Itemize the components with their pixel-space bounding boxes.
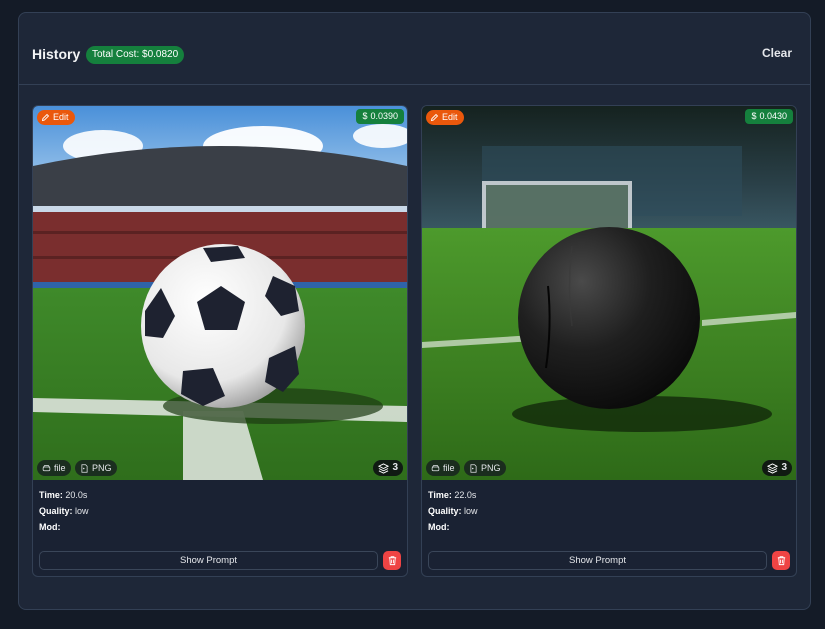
price-badge: $ 0.0430 xyxy=(745,109,793,124)
format-chip: PNG xyxy=(75,460,117,476)
drive-icon xyxy=(42,464,51,471)
format-chip: PNG xyxy=(464,460,506,476)
show-prompt-button[interactable]: Show Prompt xyxy=(428,551,767,570)
delete-button[interactable] xyxy=(383,551,401,570)
trash-icon xyxy=(777,556,785,566)
history-card: Edit $ 0.0390 file PNG 3 Time: 20.0s Qua… xyxy=(32,105,408,577)
quality-row: Quality: low xyxy=(428,506,478,516)
generated-image-black-ball[interactable]: Edit $ 0.0430 file PNG 3 xyxy=(422,106,796,480)
layer-count: 3 xyxy=(392,462,398,473)
layers-icon xyxy=(767,462,779,474)
quality-row: Quality: low xyxy=(39,506,89,516)
layer-count: 3 xyxy=(781,462,787,473)
image-file-icon xyxy=(81,463,88,473)
image-file-icon xyxy=(470,463,477,473)
edit-label: Edit xyxy=(53,112,69,122)
time-row: Time: 22.0s xyxy=(428,490,477,500)
drive-icon xyxy=(431,464,440,471)
clear-button[interactable]: Clear xyxy=(762,46,792,60)
pencil-icon xyxy=(41,113,50,122)
history-header: History Total Cost: $0.0820 Clear xyxy=(19,13,810,85)
history-card: Edit $ 0.0430 file PNG 3 Time: 22.0s Qua… xyxy=(421,105,797,577)
layers-icon xyxy=(378,462,390,474)
pencil-icon xyxy=(430,113,439,122)
generated-image-soccer-ball[interactable]: Edit $ 0.0390 file PNG 3 xyxy=(33,106,407,480)
price-value: 0.0390 xyxy=(370,111,398,121)
time-row: Time: 20.0s xyxy=(39,490,88,500)
file-chip[interactable]: file xyxy=(426,460,460,476)
dollar-icon: $ xyxy=(362,111,368,121)
total-cost-badge: Total Cost: $0.0820 xyxy=(86,46,185,64)
file-chip[interactable]: file xyxy=(37,460,71,476)
price-badge: $ 0.0390 xyxy=(356,109,404,124)
mod-row: Mod: xyxy=(428,522,450,532)
trash-icon xyxy=(388,556,396,566)
price-value: 0.0430 xyxy=(759,111,787,121)
edit-button[interactable]: Edit xyxy=(37,110,75,125)
dollar-icon: $ xyxy=(751,111,757,121)
show-prompt-button[interactable]: Show Prompt xyxy=(39,551,378,570)
delete-button[interactable] xyxy=(772,551,790,570)
layers-chip[interactable]: 3 xyxy=(373,460,403,476)
layers-chip[interactable]: 3 xyxy=(762,460,792,476)
edit-button[interactable]: Edit xyxy=(426,110,464,125)
format-label: PNG xyxy=(92,463,112,473)
format-label: PNG xyxy=(481,463,501,473)
mod-row: Mod: xyxy=(39,522,61,532)
history-title: History xyxy=(32,46,81,62)
card-meta: Time: 20.0s Quality: low Mod: xyxy=(39,487,89,535)
card-meta: Time: 22.0s Quality: low Mod: xyxy=(428,487,478,535)
file-label: file xyxy=(54,463,66,473)
edit-label: Edit xyxy=(442,112,458,122)
file-label: file xyxy=(443,463,455,473)
